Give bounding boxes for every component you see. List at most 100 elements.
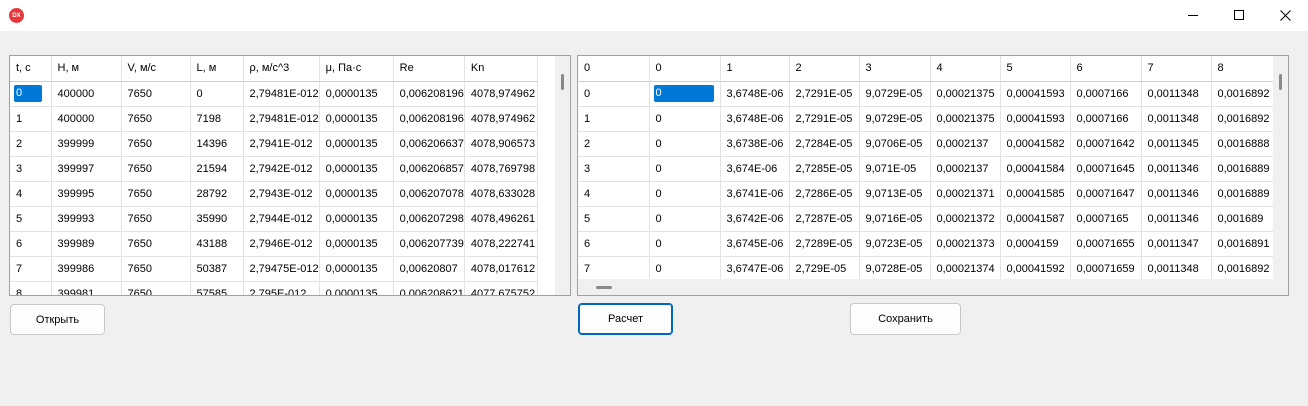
table-cell[interactable]: 0,0016889 xyxy=(1211,181,1282,207)
table-cell[interactable]: 0,0000135 xyxy=(319,131,394,157)
table-cell[interactable]: 0,0000135 xyxy=(319,106,394,132)
table-cell[interactable]: 0,001689 xyxy=(1211,206,1282,232)
calculate-button[interactable]: Расчет xyxy=(578,303,673,335)
table-row[interactable]: 5 0 3,6742E-06 2,7287E-05 9,0716E-05 0,000213… xyxy=(578,206,1282,232)
table-cell[interactable]: 0,006206857 xyxy=(393,156,465,182)
table-cell[interactable]: 0,0007165 xyxy=(1070,206,1142,232)
table-cell[interactable]: 2,7284E-05 xyxy=(789,131,860,157)
table-cell[interactable]: 0,0016892 xyxy=(1211,81,1282,107)
table-cell[interactable]: 4078,017612 xyxy=(464,256,538,282)
column-header[interactable]: H, м xyxy=(51,56,122,82)
row-header-cell[interactable]: 0 xyxy=(578,81,650,107)
table-cell[interactable]: 0 xyxy=(190,81,244,107)
table-row[interactable]: 4 0 3,6741E-06 2,7286E-05 9,0713E-05 0,000213… xyxy=(578,181,1282,207)
table-cell[interactable]: 399989 xyxy=(51,231,122,257)
column-header[interactable]: 0 xyxy=(649,56,721,82)
table-cell[interactable]: 2,7942E-012 xyxy=(243,156,320,182)
column-header[interactable]: 3 xyxy=(859,56,931,82)
table-cell[interactable]: 0,0007166 xyxy=(1070,106,1142,132)
table-cell[interactable]: 0 xyxy=(649,81,721,107)
table-cell[interactable]: 0,00041585 xyxy=(1000,181,1071,207)
vertical-scrollbar[interactable] xyxy=(555,56,570,295)
table-cell[interactable]: 2,729E-05 xyxy=(789,256,860,282)
column-header[interactable]: L, м xyxy=(190,56,244,82)
table-cell[interactable]: 0,006208196 xyxy=(393,106,465,132)
row-header-cell[interactable]: 1 xyxy=(10,106,52,132)
table-cell[interactable]: 2,79481E-012 xyxy=(243,81,320,107)
table-cell[interactable]: 9,0723E-05 xyxy=(859,231,931,257)
row-header-cell[interactable]: 7 xyxy=(578,256,650,282)
column-header[interactable]: ρ, м/с^3 xyxy=(243,56,320,82)
column-header[interactable]: 8 xyxy=(1211,56,1282,82)
table-cell[interactable]: 9,0713E-05 xyxy=(859,181,931,207)
table-cell[interactable]: 0,00071645 xyxy=(1070,156,1142,182)
table-cell[interactable]: 2,795E-012 xyxy=(243,281,320,295)
table-row[interactable]: 6 399989 7650 43188 2,7946E-012 0,0000135 0,00… xyxy=(10,231,538,257)
table-cell[interactable]: 2,7287E-05 xyxy=(789,206,860,232)
table-cell[interactable]: 0,00021372 xyxy=(930,206,1001,232)
table-cell[interactable]: 7650 xyxy=(121,181,191,207)
table-cell[interactable]: 0,00041584 xyxy=(1000,156,1071,182)
table-cell[interactable]: 7650 xyxy=(121,256,191,282)
table-cell[interactable]: 3,6745E-06 xyxy=(720,231,790,257)
scrollbar-thumb[interactable] xyxy=(1279,74,1282,90)
open-button[interactable]: Открыть xyxy=(10,304,105,335)
table-cell[interactable]: 35990 xyxy=(190,206,244,232)
table-cell[interactable]: 0,00021373 xyxy=(930,231,1001,257)
table-cell[interactable]: 7650 xyxy=(121,156,191,182)
table-cell[interactable]: 2,7941E-012 xyxy=(243,131,320,157)
table-cell[interactable]: 3,6748E-06 xyxy=(720,81,790,107)
table-cell[interactable]: 0,0000135 xyxy=(319,256,394,282)
table-cell[interactable]: 7650 xyxy=(121,281,191,295)
table-cell[interactable]: 0,00041593 xyxy=(1000,81,1071,107)
table-cell[interactable]: 9,0706E-05 xyxy=(859,131,931,157)
column-header[interactable]: 1 xyxy=(720,56,790,82)
row-header-cell[interactable]: 0 xyxy=(10,81,52,107)
table-cell[interactable]: 0,0004159 xyxy=(1000,231,1071,257)
table-cell[interactable]: 0,006206637 xyxy=(393,131,465,157)
table-cell[interactable]: 399999 xyxy=(51,131,122,157)
table-cell[interactable]: 0,0002137 xyxy=(930,156,1001,182)
row-header-cell[interactable]: 4 xyxy=(10,181,52,207)
table-cell[interactable]: 0,00021375 xyxy=(930,81,1001,107)
table-cell[interactable]: 57585 xyxy=(190,281,244,295)
table-row[interactable]: 7 399986 7650 50387 2,79475E-012 0,0000135 0,0… xyxy=(10,256,538,282)
table-cell[interactable]: 7650 xyxy=(121,81,191,107)
table-cell[interactable]: 0,0000135 xyxy=(319,156,394,182)
table-cell[interactable]: 2,7285E-05 xyxy=(789,156,860,182)
table-cell[interactable]: 399981 xyxy=(51,281,122,295)
table-cell[interactable]: 0,0011345 xyxy=(1141,131,1212,157)
table-cell[interactable]: 0,0011348 xyxy=(1141,106,1212,132)
table-cell[interactable]: 2,7291E-05 xyxy=(789,81,860,107)
table-cell[interactable]: 4078,974962 xyxy=(464,106,538,132)
table-cell[interactable]: 0,00041592 xyxy=(1000,256,1071,282)
column-header[interactable]: 7 xyxy=(1141,56,1212,82)
table-row[interactable]: 6 0 3,6745E-06 2,7289E-05 9,0723E-05 0,000213… xyxy=(578,231,1282,257)
row-header-cell[interactable]: 6 xyxy=(10,231,52,257)
column-header[interactable]: 2 xyxy=(789,56,860,82)
table-cell[interactable]: 0,00071642 xyxy=(1070,131,1142,157)
table-cell[interactable]: 43188 xyxy=(190,231,244,257)
table-cell[interactable]: 0,006207078 xyxy=(393,181,465,207)
column-header[interactable]: t, с xyxy=(10,56,52,82)
row-header-cell[interactable]: 2 xyxy=(578,131,650,157)
table-cell[interactable]: 0 xyxy=(649,256,721,282)
table-cell[interactable]: 0 xyxy=(649,206,721,232)
table-cell[interactable]: 0,00071659 xyxy=(1070,256,1142,282)
table-cell[interactable]: 2,79481E-012 xyxy=(243,106,320,132)
table-cell[interactable]: 0,0002137 xyxy=(930,131,1001,157)
table-cell[interactable]: 7650 xyxy=(121,106,191,132)
maximize-button[interactable] xyxy=(1216,0,1262,31)
table-cell[interactable]: 4078,222741 xyxy=(464,231,538,257)
row-header-cell[interactable]: 3 xyxy=(578,156,650,182)
table-cell[interactable]: 0,0016892 xyxy=(1211,106,1282,132)
table-cell[interactable]: 9,0729E-05 xyxy=(859,106,931,132)
column-header[interactable]: V, м/с xyxy=(121,56,191,82)
table-cell[interactable]: 4078,974962 xyxy=(464,81,538,107)
table-cell[interactable]: 0,00620807 xyxy=(393,256,465,282)
table-cell[interactable]: 3,6747E-06 xyxy=(720,256,790,282)
table-cell[interactable]: 2,7289E-05 xyxy=(789,231,860,257)
column-header[interactable]: 4 xyxy=(930,56,1001,82)
table-row[interactable]: 4 399995 7650 28792 2,7943E-012 0,0000135 0,00… xyxy=(10,181,538,207)
table-cell[interactable]: 0 xyxy=(649,106,721,132)
